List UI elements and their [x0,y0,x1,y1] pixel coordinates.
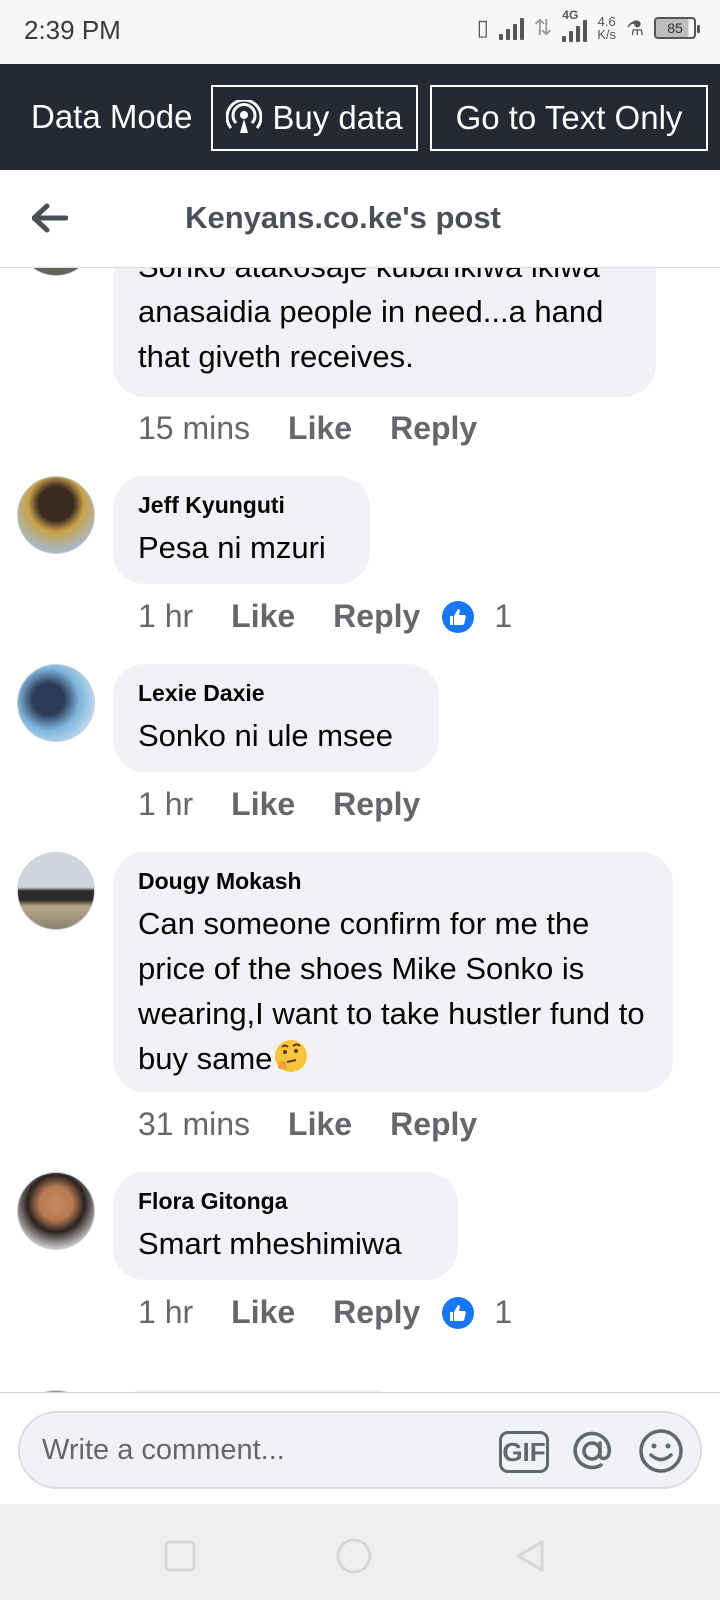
comment-time: 15 mins [138,410,251,446]
mention-button[interactable] [567,1426,617,1476]
nav-recents-button[interactable] [158,1534,202,1578]
reaction-count: 1 [494,1294,513,1330]
comment-feed[interactable]: Sonko atakosaje kubarikiwa ikiwa anasaid… [0,268,720,1392]
status-time: 2:39 PM [24,15,121,45]
reaction-count: 1 [494,598,513,634]
buy-data-button[interactable]: Buy data [211,85,418,151]
comment-text-wrap: Can someone confirm for me the price of … [138,901,647,1081]
comment-time: 1 hr [138,598,194,634]
page-title: Kenyans.co.ke's post [185,200,501,235]
avatar[interactable] [17,664,95,742]
gif-button[interactable]: GIF [499,1431,549,1473]
reply-button[interactable]: Reply [333,1294,420,1331]
comment-actions: 31 mins Like Reply [138,1106,499,1143]
comment-actions: 1 hr Like Reply [138,786,442,823]
comment-author[interactable]: Flora Gitonga [138,1188,432,1215]
avatar[interactable] [17,852,95,930]
comment-bubble[interactable]: Sonko atakosaje kubarikiwa ikiwa anasaid… [113,268,656,397]
flask-icon: ⚗ [626,17,644,40]
comment-actions: 15 mins Like Reply [138,410,499,447]
signal-4g-icon: 4G [562,8,588,42]
comment-bubble[interactable]: Dougy Mokash Can someone confirm for me … [113,852,673,1092]
broadcast-icon [226,100,263,133]
comment-text: Can someone confirm for me the price of … [138,906,645,1076]
battery-icon: 85 [654,17,700,39]
like-thumb-icon [442,1296,475,1329]
reply-button[interactable]: Reply [390,410,477,447]
data-arrows-icon: ⇅ [533,15,553,40]
post-header: Kenyans.co.ke's post [0,170,720,268]
nav-home-button[interactable] [332,1534,376,1578]
reaction-summary[interactable]: 1 [442,598,512,635]
avatar[interactable] [17,1172,95,1250]
nav-home-icon [336,1538,372,1574]
status-icons: ▯ ⇅ 4G 4.6 K/s ⚗ 85 [476,8,700,42]
avatar[interactable] [17,476,95,554]
vibrate-icon: ▯ [476,15,489,40]
status-bar: 2:39 PM ▯ ⇅ 4G 4.6 K/s ⚗ 85 [0,0,720,64]
like-button[interactable]: Like [231,786,295,823]
comment-text: Pesa ni mzuri [138,530,326,565]
thinking-face-emoji [275,1040,308,1072]
like-thumb-icon [442,600,475,633]
comment-author[interactable]: Dougy Mokash [138,868,647,895]
like-button[interactable]: Like [231,598,295,635]
system-nav-bar [0,1504,720,1600]
like-button[interactable]: Like [231,1294,295,1331]
network-type: 4G [562,8,579,22]
reply-button[interactable]: Reply [333,598,420,635]
nav-back-button[interactable] [508,1534,552,1578]
comment-text: Smart mheshimiwa [138,1226,402,1261]
comment-bubble[interactable]: Jeff Kyunguti Pesa ni mzuri [113,476,370,584]
like-button[interactable]: Like [288,1106,352,1143]
comment-actions: 1 hr Like Reply 1 [138,1294,512,1331]
reply-button[interactable]: Reply [333,786,420,823]
buy-data-label: Buy data [272,99,403,136]
text-only-button[interactable]: Go to Text Only [430,85,708,151]
comment-bubble[interactable]: Lexie Daxie Sonko ni ule msee [113,664,439,772]
comment-bubble[interactable]: Flora Gitonga Smart mheshimiwa [113,1172,458,1280]
comment-composer: GIF [0,1392,720,1504]
at-icon [573,1431,611,1470]
comment-text: Sonko atakosaje kubarikiwa ikiwa anasaid… [138,268,604,374]
comment-author[interactable]: Jeff Kyunguti [138,492,344,519]
emoji-button[interactable] [636,1426,686,1476]
like-button[interactable]: Like [288,410,352,447]
speed-unit: K/s [597,27,617,42]
comment-time: 1 hr [138,786,194,822]
nav-back-icon [516,1540,544,1572]
comment-actions: 1 hr Like Reply 1 [138,598,512,635]
avatar[interactable] [17,268,95,276]
comment-text: Sonko ni ule msee [138,718,394,753]
data-mode-bar: Data Mode Buy data Go to Text Only [0,64,720,170]
nav-recents-icon [164,1540,196,1572]
emoji-icon [639,1429,683,1473]
battery-level: 85 [667,20,683,36]
reaction-summary[interactable]: 1 [442,1294,512,1331]
signal-icon [498,16,524,40]
comment-time: 1 hr [138,1294,194,1330]
comment-time: 31 mins [138,1106,251,1142]
comment-author[interactable]: Lexie Daxie [138,680,413,707]
reply-button[interactable]: Reply [390,1106,477,1143]
data-mode-label: Data Mode [31,98,193,135]
network-speed: 4.6 K/s [597,15,616,41]
